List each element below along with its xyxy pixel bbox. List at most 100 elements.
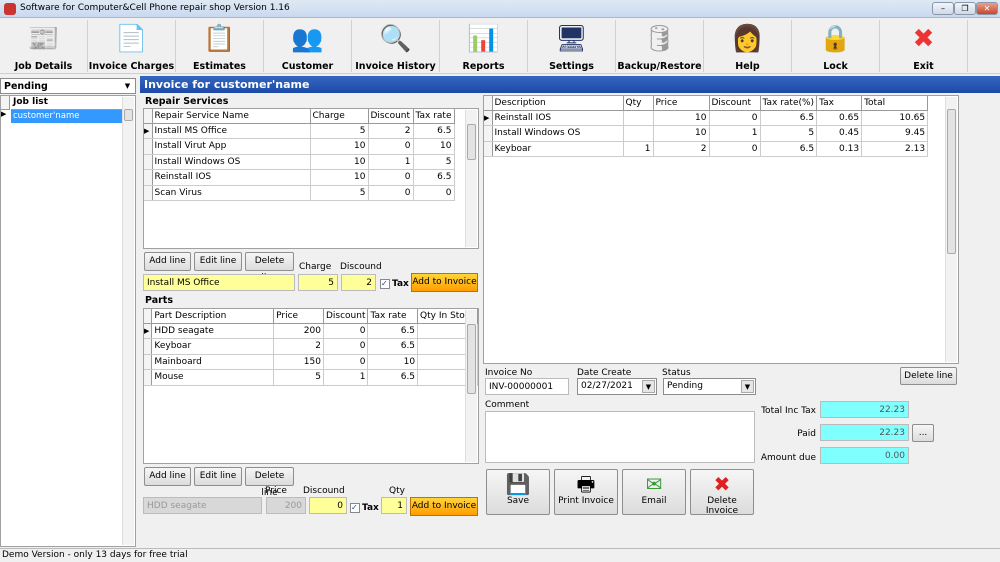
table-cell[interactable]: 1: [623, 141, 654, 157]
column-header[interactable]: Discount: [709, 96, 761, 111]
table-cell[interactable]: 0: [323, 354, 369, 370]
parts-add-line-button[interactable]: Add line: [144, 467, 191, 486]
table-cell[interactable]: [623, 110, 654, 126]
status-select[interactable]: Pending ▼: [663, 378, 756, 395]
table-cell[interactable]: Install Windows OS: [152, 154, 311, 170]
table-cell[interactable]: 0.13: [816, 141, 863, 157]
parts-tax-checkbox[interactable]: ✓: [350, 503, 360, 513]
table-cell[interactable]: Install Windows OS: [492, 125, 624, 142]
table-cell[interactable]: Mouse: [151, 369, 275, 386]
column-header[interactable]: Discount: [368, 109, 414, 124]
table-cell[interactable]: 10.65: [861, 110, 929, 126]
toolbar-invoice-history-button[interactable]: 🔍 Invoice History: [352, 20, 440, 72]
date-create-picker[interactable]: 02/27/2021 ▼: [577, 378, 657, 395]
table-cell[interactable]: [623, 125, 654, 142]
toolbar-settings-button[interactable]: 🖥 Settings: [528, 20, 616, 72]
table-cell[interactable]: 10: [653, 125, 710, 142]
table-cell[interactable]: 2: [368, 123, 414, 139]
toolbar-exit-button[interactable]: ✖ Exit: [880, 20, 968, 72]
payment-details-button[interactable]: ...: [912, 424, 934, 442]
column-header[interactable]: Total: [861, 96, 929, 111]
repair-delete-line-button[interactable]: Delete line: [245, 252, 294, 283]
table-row[interactable]: Keyboar 1 2 0 6.5 0.13 2.13: [484, 141, 929, 157]
table-cell[interactable]: Keyboar: [151, 338, 275, 355]
table-cell[interactable]: 0: [413, 185, 455, 201]
table-cell[interactable]: Reinstall IOS: [492, 110, 624, 126]
table-cell[interactable]: 6.5: [413, 169, 455, 186]
table-cell[interactable]: 5: [310, 185, 369, 201]
column-header[interactable]: Charge: [310, 109, 369, 124]
table-cell[interactable]: 0.65: [816, 110, 863, 126]
repair-add-to-invoice-button[interactable]: Add to Invoice: [411, 273, 478, 292]
table-cell[interactable]: Keyboar: [492, 141, 624, 157]
table-cell[interactable]: Mainboard: [151, 354, 275, 370]
table-cell[interactable]: 10: [653, 110, 710, 126]
table-cell[interactable]: 10: [310, 138, 369, 155]
table-cell[interactable]: 5: [273, 369, 324, 386]
parts-edit-line-button[interactable]: Edit line: [194, 467, 242, 486]
table-cell[interactable]: 5: [310, 123, 369, 139]
part-price-input[interactable]: 200: [266, 497, 306, 514]
toolbar-invoice-charges-button[interactable]: 📄 Invoice Charges: [88, 20, 176, 72]
repair-add-line-button[interactable]: Add line: [144, 252, 191, 271]
column-header[interactable]: Repair Service Name: [152, 109, 311, 124]
table-cell[interactable]: 6.5: [367, 323, 419, 339]
table-cell[interactable]: 5: [413, 154, 455, 170]
column-header[interactable]: Qty: [623, 96, 654, 111]
part-name-input[interactable]: HDD seagate: [143, 497, 262, 514]
table-cell[interactable]: 10: [310, 169, 369, 186]
qty-input[interactable]: 1: [381, 497, 407, 514]
table-cell[interactable]: 6.5: [760, 141, 818, 157]
job-list-item[interactable]: customer'name: [11, 110, 123, 123]
print-invoice-button[interactable]: 🖶 Print Invoice: [554, 469, 618, 515]
column-header[interactable]: Price: [653, 96, 710, 111]
table-row[interactable]: Install Virut App 10 0 10: [144, 138, 455, 155]
table-row[interactable]: Install Windows OS 10 1 5 0.45 9.45: [484, 125, 929, 142]
column-header[interactable]: Description: [492, 96, 624, 111]
table-cell[interactable]: 6.5: [367, 369, 419, 386]
table-cell[interactable]: Install Virut App: [152, 138, 311, 155]
table-cell[interactable]: Scan Virus: [152, 185, 311, 201]
table-cell[interactable]: Reinstall IOS: [152, 169, 311, 186]
invoice-no-input[interactable]: INV-00000001: [485, 378, 569, 395]
toolbar-reports-button[interactable]: 📊 Reports: [440, 20, 528, 72]
table-row[interactable]: Mainboard1500105: [144, 354, 478, 370]
column-header[interactable]: Tax rate: [413, 109, 455, 124]
parts-scrollbar[interactable]: [465, 310, 477, 462]
table-cell[interactable]: 1: [368, 154, 414, 170]
column-header[interactable]: Discount: [323, 309, 369, 324]
table-row[interactable]: Keyboar206.50: [144, 338, 478, 355]
job-filter-select[interactable]: Pending ▼: [0, 78, 136, 94]
job-list-scrollbar[interactable]: [122, 97, 134, 545]
table-cell[interactable]: 9.45: [861, 125, 929, 142]
minimize-button[interactable]: –: [932, 2, 954, 15]
table-cell[interactable]: 2: [653, 141, 710, 157]
table-cell[interactable]: 0: [709, 110, 761, 126]
charge-input[interactable]: 5: [298, 274, 338, 291]
table-cell[interactable]: 0: [368, 169, 414, 186]
repair-edit-line-button[interactable]: Edit line: [194, 252, 242, 271]
table-row[interactable]: ▶ Reinstall IOS 10 0 6.5 0.65 10.65: [484, 110, 929, 126]
comment-textarea[interactable]: [485, 411, 755, 463]
table-cell[interactable]: 0: [709, 141, 761, 157]
column-header[interactable]: Tax: [816, 96, 863, 111]
parts-add-to-invoice-button[interactable]: Add to Invoice: [410, 497, 478, 516]
column-header[interactable]: Tax rate: [367, 309, 419, 324]
parts-delete-line-button[interactable]: Delete line: [245, 467, 294, 498]
column-header[interactable]: Price: [273, 309, 324, 324]
table-row[interactable]: ▶HDD seagate20006.53: [144, 323, 478, 339]
table-row[interactable]: Mouse516.50: [144, 369, 478, 386]
close-window-button[interactable]: ✕: [976, 2, 998, 15]
toolbar-backup-restore-button[interactable]: 🛢 Backup/Restore: [616, 20, 704, 72]
table-row[interactable]: ▶ Install MS Office 5 2 6.5: [144, 123, 455, 139]
table-cell[interactable]: 10: [310, 154, 369, 170]
part-discount-input[interactable]: 0: [309, 497, 347, 514]
table-cell[interactable]: 10: [367, 354, 419, 370]
table-cell[interactable]: 0: [368, 138, 414, 155]
table-cell[interactable]: 0: [323, 323, 369, 339]
table-cell[interactable]: 1: [323, 369, 369, 386]
table-cell[interactable]: 2.13: [861, 141, 929, 157]
table-cell[interactable]: 0.45: [816, 125, 863, 142]
maximize-button[interactable]: ❐: [954, 2, 976, 15]
table-cell[interactable]: Install MS Office: [152, 123, 311, 139]
